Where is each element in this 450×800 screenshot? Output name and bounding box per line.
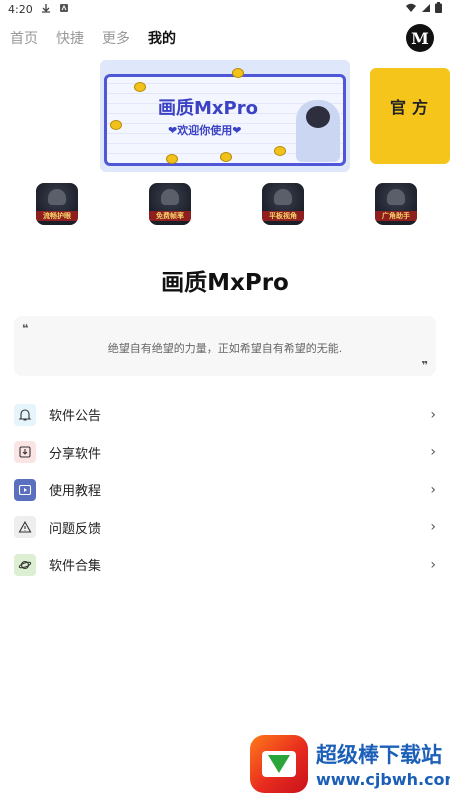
- quote-open-icon: ❝: [22, 322, 29, 335]
- download-site-logo-icon: [250, 735, 308, 793]
- menu-item-label: 分享软件: [49, 446, 102, 462]
- game-icon-1[interactable]: 流畅护眼: [36, 183, 78, 225]
- mascot-image: [296, 100, 340, 162]
- helmet-icon: [48, 189, 66, 205]
- tab-home[interactable]: 首页: [10, 28, 38, 48]
- chevron-right-icon: ›: [430, 444, 436, 461]
- menu-item-announcement[interactable]: 软件公告 ›: [14, 396, 436, 434]
- coin-icon: [220, 152, 232, 162]
- chevron-right-icon: ›: [430, 406, 436, 423]
- coin-icon: [232, 68, 244, 78]
- banner-official-title: 官方: [390, 98, 435, 117]
- helmet-icon: [387, 189, 405, 205]
- menu-item-tutorial[interactable]: 使用教程 ›: [14, 471, 436, 509]
- tab-mine[interactable]: 我的: [148, 28, 176, 48]
- game-icon-2[interactable]: 免费帧率: [149, 183, 191, 225]
- menu-item-collection[interactable]: 软件合集 ›: [14, 546, 436, 584]
- menu-item-label: 使用教程: [49, 484, 102, 500]
- video-play-icon: [14, 478, 36, 501]
- status-bar: 4:20: [0, 0, 450, 18]
- chevron-right-icon: ›: [430, 481, 436, 498]
- watermark-url: www.cjbwh.com: [316, 770, 450, 789]
- tab-shortcuts[interactable]: 快捷: [56, 28, 84, 48]
- game-caption: 流畅护眼: [36, 211, 78, 221]
- top-tabs: 首页 快捷 更多 我的: [10, 28, 176, 48]
- game-caption: 广角助手: [375, 211, 417, 221]
- menu-item-label: 软件公告: [49, 409, 102, 425]
- quote-close-icon: ❞: [421, 359, 428, 372]
- banner-official[interactable]: 官方: [370, 68, 450, 164]
- coin-icon: [134, 82, 146, 92]
- banner-main[interactable]: 画质MxPro ❤欢迎你使用❤: [100, 60, 350, 172]
- app-notification-icon: [59, 3, 69, 16]
- coin-icon: [274, 146, 286, 156]
- game-caption: 平板视角: [262, 211, 304, 221]
- chevron-right-icon: ›: [430, 556, 436, 573]
- chevron-right-icon: ›: [430, 519, 436, 536]
- banner-title: 画质MxPro: [158, 98, 258, 119]
- tab-more[interactable]: 更多: [102, 28, 130, 48]
- menu-item-label: 问题反馈: [49, 521, 102, 537]
- app-title: 画质MxPro: [161, 270, 289, 296]
- banner-subtitle: ❤欢迎你使用❤: [168, 124, 242, 137]
- warning-icon: [14, 516, 36, 539]
- battery-icon: [435, 2, 442, 16]
- status-time: 4:20: [8, 2, 33, 16]
- settings-menu: 软件公告 › 分享软件 › 使用教程 › 问题反馈 › 软件合集 ›: [14, 396, 436, 584]
- wifi-icon: [405, 3, 417, 16]
- coin-icon: [110, 120, 122, 130]
- signal-icon: [421, 3, 431, 16]
- game-icon-3[interactable]: 平板视角: [262, 183, 304, 225]
- menu-item-share[interactable]: 分享软件 ›: [14, 434, 436, 472]
- quote-text: 绝望自有绝望的力量，正如希望自有希望的无能.: [107, 342, 343, 355]
- watermark-name: 超级棒下载站: [316, 743, 442, 767]
- helmet-icon: [274, 189, 292, 205]
- menu-item-feedback[interactable]: 问题反馈 ›: [14, 509, 436, 547]
- game-icon-4[interactable]: 广角助手: [375, 183, 417, 225]
- download-icon: [41, 3, 51, 16]
- quote-card: ❝ 绝望自有绝望的力量，正如希望自有希望的无能. ❞: [14, 316, 436, 376]
- share-box-icon: [14, 441, 36, 464]
- bell-icon: [14, 403, 36, 426]
- coin-icon: [166, 154, 178, 164]
- helmet-icon: [161, 189, 179, 205]
- game-caption: 免费帧率: [149, 211, 191, 221]
- app-logo-button[interactable]: M: [406, 24, 434, 52]
- menu-item-label: 软件合集: [49, 559, 102, 575]
- planet-icon: [14, 553, 36, 576]
- watermark: 超级棒下载站 www.cjbwh.com: [250, 735, 450, 795]
